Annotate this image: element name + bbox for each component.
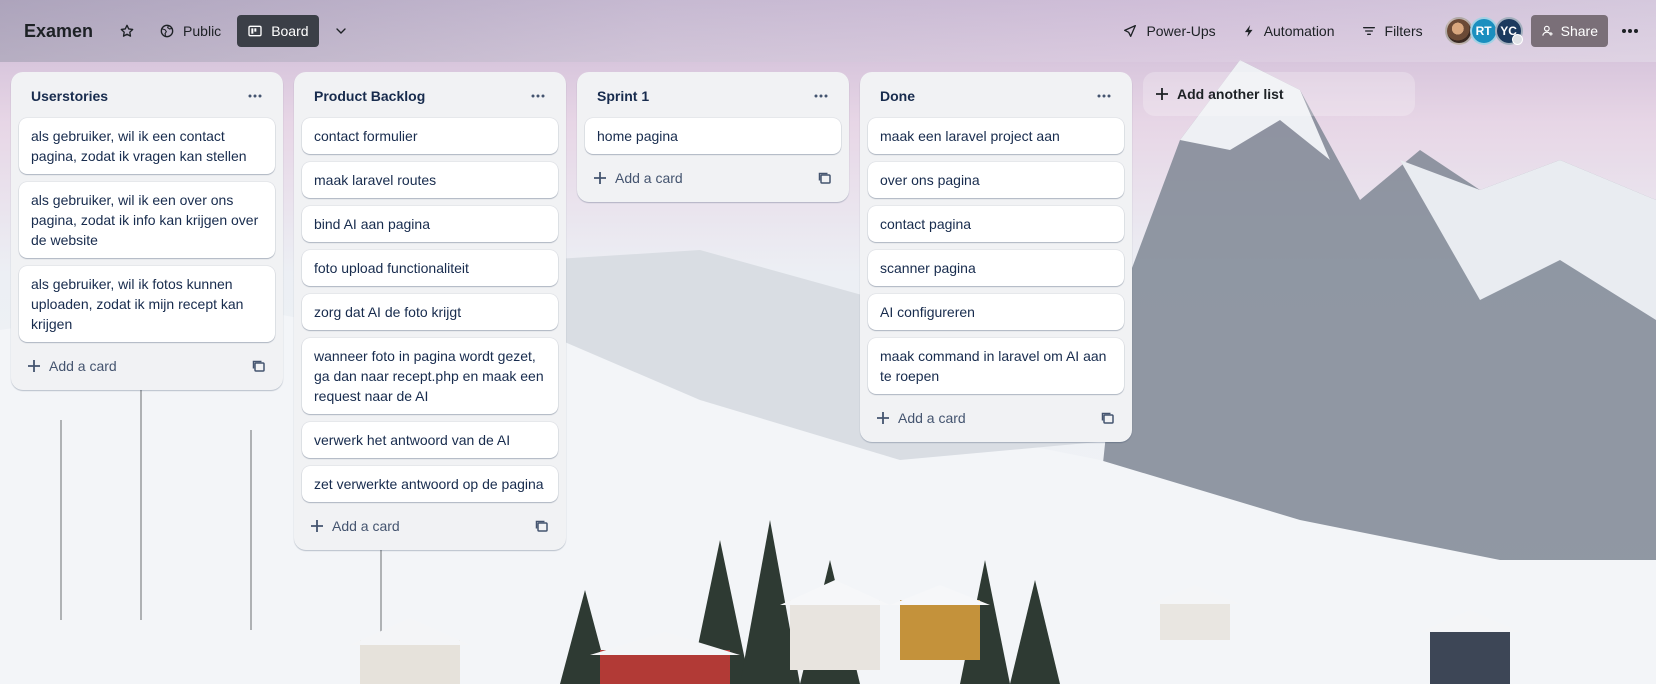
template-icon [252, 360, 265, 372]
card[interactable]: zorg dat AI de foto krijgt [302, 294, 558, 330]
person-add-icon [1541, 25, 1553, 36]
card[interactable]: foto upload functionaliteit [302, 250, 558, 286]
add-card-button[interactable]: Add a card [585, 162, 809, 194]
template-icon [818, 172, 831, 184]
board-lists: Userstories als gebruiker, wil ik een co… [11, 72, 1415, 550]
views-dropdown-button[interactable] [325, 15, 357, 47]
powerups-label: Power-Ups [1146, 23, 1216, 39]
card[interactable]: over ons pagina [868, 162, 1124, 198]
plus-icon [28, 360, 40, 372]
rocket-icon [1124, 25, 1137, 37]
card[interactable]: maak een laravel project aan [868, 118, 1124, 154]
list-title[interactable]: Product Backlog [314, 88, 522, 104]
board-members: RT YC [1444, 17, 1523, 45]
more-icon [814, 94, 828, 98]
avatar[interactable]: YC [1494, 17, 1523, 45]
board-header: Examen Public Board Power-Ups Automation… [0, 0, 1656, 62]
add-list-label: Add another list [1177, 86, 1284, 102]
add-list-button[interactable]: Add another list [1143, 72, 1415, 116]
more-icon [531, 94, 545, 98]
template-icon [1101, 412, 1114, 424]
share-button[interactable]: Share [1530, 15, 1608, 47]
card[interactable]: als gebruiker, wil ik fotos kunnen uploa… [19, 266, 275, 342]
view-board-button[interactable]: Board [237, 15, 319, 47]
board-menu-button[interactable] [1618, 15, 1642, 47]
bolt-icon [1244, 25, 1253, 37]
board-title[interactable]: Examen [24, 21, 93, 42]
filters-label: Filters [1384, 23, 1423, 39]
automation-label: Automation [1263, 23, 1335, 39]
share-label: Share [1560, 23, 1598, 39]
card-template-button[interactable] [809, 162, 841, 194]
list-title[interactable]: Userstories [31, 88, 239, 104]
list-sprint-1: Sprint 1 home pagina Add a card [577, 72, 849, 202]
list-menu-button[interactable] [805, 80, 837, 112]
card[interactable]: maak command in laravel om AI aan te roe… [868, 338, 1124, 394]
list-title[interactable]: Done [880, 88, 1088, 104]
list-done: Done maak een laravel project aan over o… [860, 72, 1132, 442]
plus-icon [877, 412, 889, 424]
star-icon [120, 24, 134, 37]
visibility-button[interactable]: Public [149, 15, 231, 47]
template-icon [535, 520, 548, 532]
list-userstories: Userstories als gebruiker, wil ik een co… [11, 72, 283, 390]
list-menu-button[interactable] [522, 80, 554, 112]
view-label: Board [271, 23, 309, 39]
card[interactable]: bind AI aan pagina [302, 206, 558, 242]
globe-icon [160, 24, 174, 38]
add-card-button[interactable]: Add a card [868, 402, 1092, 434]
add-card-label: Add a card [615, 170, 683, 186]
visibility-label: Public [183, 23, 222, 39]
filter-icon [1362, 26, 1375, 35]
card[interactable]: zet verwerkte antwoord op de pagina [302, 466, 558, 502]
add-card-label: Add a card [49, 358, 117, 374]
more-icon [1622, 29, 1638, 33]
list-menu-button[interactable] [1088, 80, 1120, 112]
card[interactable]: home pagina [585, 118, 841, 154]
board-icon [248, 25, 262, 37]
card-template-button[interactable] [243, 350, 275, 382]
avatar[interactable] [1444, 17, 1473, 45]
more-icon [1097, 94, 1111, 98]
card[interactable]: verwerk het antwoord van de AI [302, 422, 558, 458]
avatar[interactable]: RT [1469, 17, 1498, 45]
add-card-button[interactable]: Add a card [302, 510, 526, 542]
list-product-backlog: Product Backlog contact formulier maak l… [294, 72, 566, 550]
automation-button[interactable]: Automation [1232, 15, 1345, 47]
card-template-button[interactable] [1092, 402, 1124, 434]
card[interactable]: contact formulier [302, 118, 558, 154]
card[interactable]: wanneer foto in pagina wordt gezet, ga d… [302, 338, 558, 414]
list-menu-button[interactable] [239, 80, 271, 112]
card[interactable]: contact pagina [868, 206, 1124, 242]
card[interactable]: maak laravel routes [302, 162, 558, 198]
chevron-down-icon [335, 28, 346, 34]
card-template-button[interactable] [526, 510, 558, 542]
card[interactable]: als gebruiker, wil ik een contact pagina… [19, 118, 275, 174]
star-button[interactable] [111, 15, 143, 47]
filters-button[interactable]: Filters [1351, 15, 1433, 47]
add-card-label: Add a card [332, 518, 400, 534]
card[interactable]: AI configureren [868, 294, 1124, 330]
more-icon [248, 94, 262, 98]
list-title[interactable]: Sprint 1 [597, 88, 805, 104]
card[interactable]: als gebruiker, wil ik een over ons pagin… [19, 182, 275, 258]
card[interactable]: scanner pagina [868, 250, 1124, 286]
powerups-button[interactable]: Power-Ups [1112, 15, 1225, 47]
plus-icon [594, 172, 606, 184]
plus-icon [311, 520, 323, 532]
add-card-button[interactable]: Add a card [19, 350, 243, 382]
add-card-label: Add a card [898, 410, 966, 426]
plus-icon [1156, 88, 1168, 100]
